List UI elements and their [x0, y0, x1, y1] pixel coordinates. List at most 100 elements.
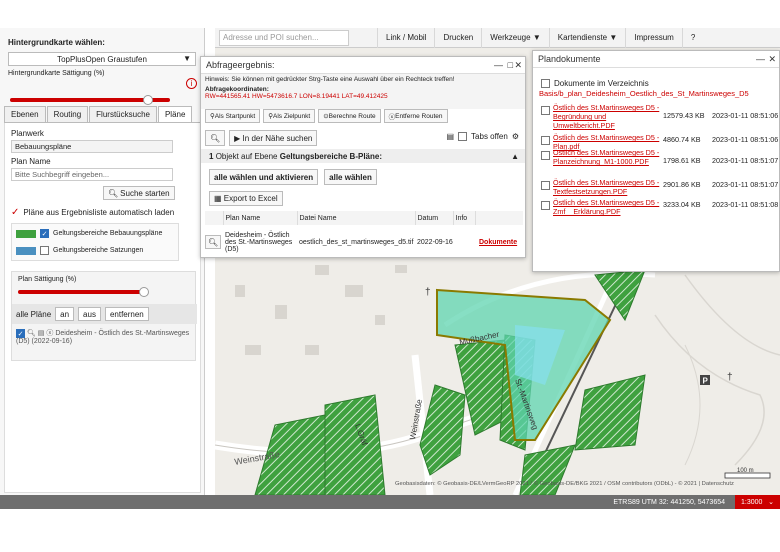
file-date: 2023-01-11 08:51:08 [712, 200, 779, 209]
query-result-window: Abfrageergebnis: — □ ✕ Hinweis: Sie könn… [200, 56, 526, 258]
export-excel-label: Export to Excel [223, 194, 278, 203]
legend-box: ✓ Geltungsbereiche Bebauungspläne Geltun… [11, 223, 179, 261]
tab-ebenen[interactable]: Ebenen [4, 106, 46, 122]
remove-routes-button[interactable]: ⓧ Entferne Routen [383, 109, 448, 123]
svg-text:P: P [703, 377, 709, 386]
plan-documents-titlebar[interactable]: Plandokumente [533, 51, 779, 67]
print-button[interactable]: Drucken [434, 27, 481, 48]
panel-tabs: Ebenen Routing Flurstücksuche Pläne [4, 106, 201, 123]
map-services-menu[interactable]: Kartendienste ▼ [548, 27, 626, 48]
table-header-cell: Datum [414, 211, 453, 225]
zoom-icon[interactable]: 🔍︎ [205, 235, 222, 249]
settings-icon[interactable]: ⚙ [512, 132, 519, 141]
legend-checkbox[interactable] [40, 246, 49, 255]
zoom-icon[interactable]: 🔍︎ [27, 330, 36, 337]
select-activate-button[interactable]: alle wählen und aktivieren [209, 169, 319, 185]
file-checkbox[interactable] [541, 106, 550, 115]
directory-checkbox[interactable] [541, 79, 550, 88]
nearby-search-label: In der Nähe suchen [242, 133, 313, 143]
scale-select[interactable]: 1:3000 ⌄ [735, 495, 780, 509]
set-destination-button[interactable]: ⚲ Als Zielpunkt [263, 109, 316, 123]
scale-select-value: 1:3000 [741, 498, 763, 506]
slider-knob[interactable] [139, 287, 150, 297]
all-plans-bar: alle Pläne an aus entfernen [12, 304, 197, 324]
help-button[interactable]: ? [681, 27, 703, 48]
table-header-cell: Info [452, 211, 475, 225]
legend-label: Geltungsbereiche Satzungen [53, 247, 144, 254]
query-hint: Hinweis: Sie können mit gedrückter Strg-… [205, 76, 455, 83]
plans-remove-button[interactable]: entfernen [104, 307, 149, 321]
chevron-down-icon: ⌄ [768, 499, 774, 506]
plans-on-button[interactable]: an [55, 307, 75, 321]
background-saturation-slider[interactable] [10, 95, 170, 105]
nearby-search-button[interactable]: ▶ In der Nähe suchen [229, 130, 318, 146]
planwerk-select[interactable]: Bebauungspläne [11, 140, 173, 153]
tab-flurstuecksuche[interactable]: Flurstücksuche [89, 106, 157, 122]
tab-routing[interactable]: Routing [46, 106, 89, 122]
directory-label: Dokumente im Verzeichnis [554, 79, 649, 88]
plan-saturation-label: Plan Sättigung (%) [18, 276, 77, 283]
zoom-to-icon[interactable]: 🔍︎ [205, 130, 226, 146]
close-icon[interactable]: ✕ [514, 60, 522, 71]
set-destination-label: Als Zielpunkt [273, 112, 311, 120]
left-panel: Hintergrundkarte wählen: TopPlusOpen Gra… [0, 28, 205, 495]
status-bar: ETRS89 UTM 32: 441250, 5473654 1:3000 ⌄ [0, 495, 780, 509]
excel-icon: ▦ [214, 194, 222, 203]
file-size: 12579.43 KB [663, 111, 705, 120]
file-checkbox[interactable] [541, 151, 550, 160]
plan-entry-checkbox[interactable]: ✓ [16, 328, 25, 338]
export-excel-button[interactable]: ▦ Export to Excel [209, 191, 283, 206]
file-size: 1798.61 KB [663, 156, 701, 165]
file-link[interactable]: Östlich des St.Martinsweges D5 - Begründ… [553, 103, 661, 130]
search-start-button[interactable]: 🔍︎ Suche starten [103, 186, 175, 200]
planname-input[interactable]: Bitte Suchbegriff eingeben... [11, 168, 173, 181]
query-result-titlebar[interactable]: Abfrageergebnis: [201, 57, 525, 73]
auto-load-toggle[interactable]: ✓ Pläne aus Ergebnisliste automatisch la… [11, 207, 174, 218]
tools-menu[interactable]: Werkzeuge ▼ [481, 27, 548, 48]
file-date: 2023-01-11 08:51:07 [712, 180, 779, 189]
info-icon[interactable]: i [186, 78, 197, 89]
plaene-tab-content: Planwerk Bebauungspläne Plan Name Bitte … [4, 123, 201, 493]
caret-down-icon: ▼ [532, 33, 541, 42]
calculate-route-button[interactable]: ⊙ Berechne Route [318, 109, 381, 123]
tabs-open-checkbox[interactable] [458, 132, 468, 141]
file-link[interactable]: Östlich des St.Martinsweges D5 - Zmf__Er… [553, 198, 661, 216]
file-link[interactable]: Östlich des St.Martinsweges D5 - Textfes… [553, 178, 661, 196]
impressum-button[interactable]: Impressum [625, 27, 682, 48]
route-buttons: ⚲ Als Startpunkt ⚲ Als Zielpunkt ⊙ Berechne… [205, 109, 448, 123]
scale-bar-label: 100 m [737, 468, 754, 474]
search-start-label: Suche starten [120, 188, 170, 198]
file-date: 2023-01-11 08:51:06 [712, 135, 779, 144]
objects-header[interactable]: 1 Objekt auf Ebene Geltungsbereiche B-Pl… [201, 149, 525, 163]
address-search-input[interactable]: Adresse und POI suchen... [219, 29, 349, 46]
legend-checkbox[interactable]: ✓ [40, 229, 49, 238]
minimize-icon[interactable]: — [494, 60, 503, 70]
file-checkbox[interactable] [541, 201, 550, 210]
background-map-select-value: TopPlusOpen Graustufen [57, 54, 147, 64]
document-icon[interactable]: ▤ [38, 330, 45, 337]
link-mobil-button[interactable]: Link / Mobil [377, 27, 434, 48]
minimize-icon[interactable]: — [756, 54, 765, 64]
documents-link[interactable]: Dokumente [479, 239, 517, 246]
table-header-cell: Plan Name [222, 211, 297, 225]
planwerk-label: Planwerk [11, 129, 44, 138]
svg-text:†: † [727, 372, 733, 383]
tab-plaene[interactable]: Pläne [157, 106, 193, 122]
file-checkbox[interactable] [541, 181, 550, 190]
select-all-button[interactable]: alle wählen [324, 169, 377, 185]
divider [533, 67, 779, 68]
background-map-select[interactable]: TopPlusOpen Graustufen ▼ [8, 52, 196, 66]
tabs-open-toggle[interactable]: ▤ Tabs offen ⚙ [446, 132, 519, 141]
close-icon[interactable]: ✕ [768, 54, 776, 65]
maximize-icon[interactable]: □ [508, 60, 513, 70]
remove-icon[interactable]: ⓧ [46, 330, 53, 337]
collapse-icon[interactable]: ▲ [511, 152, 519, 161]
file-checkbox[interactable] [541, 136, 550, 145]
plan-saturation-slider[interactable] [18, 287, 150, 297]
file-link[interactable]: Östlich des St.Martinsweges D5 - Planzei… [553, 148, 661, 166]
set-start-button[interactable]: ⚲ Als Startpunkt [205, 109, 261, 123]
slider-knob[interactable] [142, 95, 153, 105]
tools-menu-label: Werkzeuge [490, 33, 531, 42]
search-icon: 🔍︎ [108, 188, 119, 198]
plans-off-button[interactable]: aus [78, 307, 101, 321]
